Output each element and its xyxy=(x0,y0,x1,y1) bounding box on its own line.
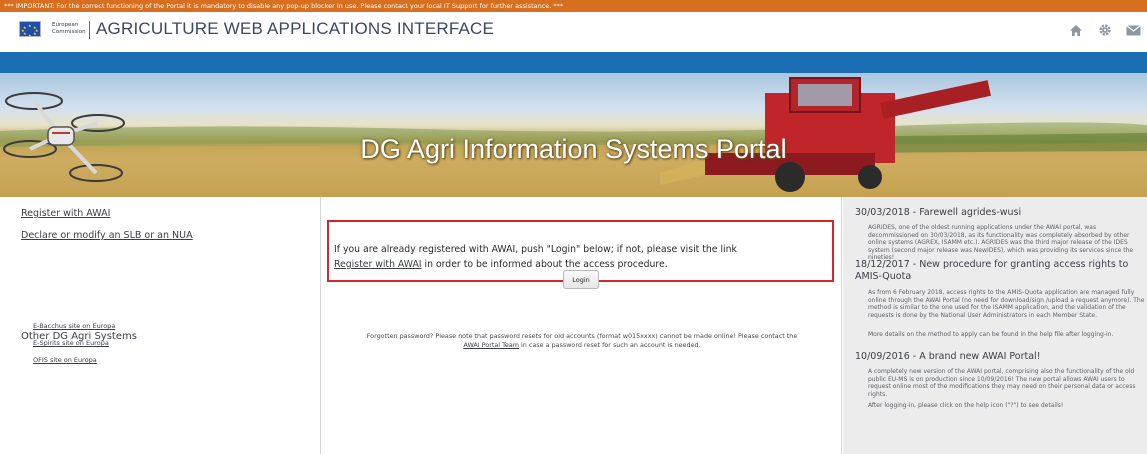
e-bacchus-link[interactable]: E-Bacchus site on Europa xyxy=(33,322,115,330)
nav-band xyxy=(0,52,1147,73)
news-title-1: 30/03/2018 - Farewell agrides-wusi xyxy=(855,207,1022,218)
ofis-link[interactable]: OFIS site on Europa xyxy=(33,356,97,364)
news-title-3: 10/09/2016 - A brand new AWAI Portal! xyxy=(855,351,1041,362)
ec-logo-text: European Commission xyxy=(52,22,86,35)
header-separator xyxy=(89,21,90,39)
popup-warning-bar: *** IMPORTANT: For the correct functioni… xyxy=(0,0,1147,12)
login-button[interactable]: Login xyxy=(563,270,599,289)
eu-flag-logo: ★ ★ ★ ★ ★ ★ ★ ★ xyxy=(19,21,41,38)
gear-icon[interactable] xyxy=(1097,22,1113,38)
news-body-2: As from 6 February 2018, access rights t… xyxy=(868,289,1145,319)
banner-image: DG Agri Information Systems Portal xyxy=(0,73,1147,197)
banner-title: DG Agri Information Systems Portal xyxy=(360,134,787,164)
app-title: AGRICULTURE WEB APPLICATIONS INTERFACE xyxy=(96,19,495,38)
news-body-1: AGRIDES, one of the oldest running appli… xyxy=(868,224,1134,261)
news-panel: 30/03/2018 - Farewell agrides-wusi AGRID… xyxy=(843,197,1147,454)
news-title-2: 18/12/2017 - New procedure for granting … xyxy=(855,259,1129,282)
main-panel: If you are already registered with AWAI,… xyxy=(320,197,842,454)
declare-slb-nua-link[interactable]: Declare or modify an SLB or an NUA xyxy=(21,230,193,241)
awai-portal-team-link[interactable]: AWAI Portal Team xyxy=(463,341,519,349)
register-awai-link[interactable]: Register with AWAI xyxy=(21,208,110,219)
forgotten-password-note: Forgotten password? Please note that pas… xyxy=(366,332,798,349)
news-body-3: A completely new version of the AWAI por… xyxy=(868,368,1136,398)
envelope-icon[interactable] xyxy=(1125,22,1141,38)
news-body-2b: More details on the method to apply can … xyxy=(868,331,1114,338)
home-icon[interactable] xyxy=(1068,22,1084,38)
e-spirits-link[interactable]: E-Spirits site on Europa xyxy=(33,339,109,347)
notice-register-link[interactable]: Register with AWAI xyxy=(334,259,422,270)
news-body-3b: After logging-in, please click on the he… xyxy=(868,402,1064,409)
left-panel: Register with AWAI Declare or modify an … xyxy=(0,197,320,454)
